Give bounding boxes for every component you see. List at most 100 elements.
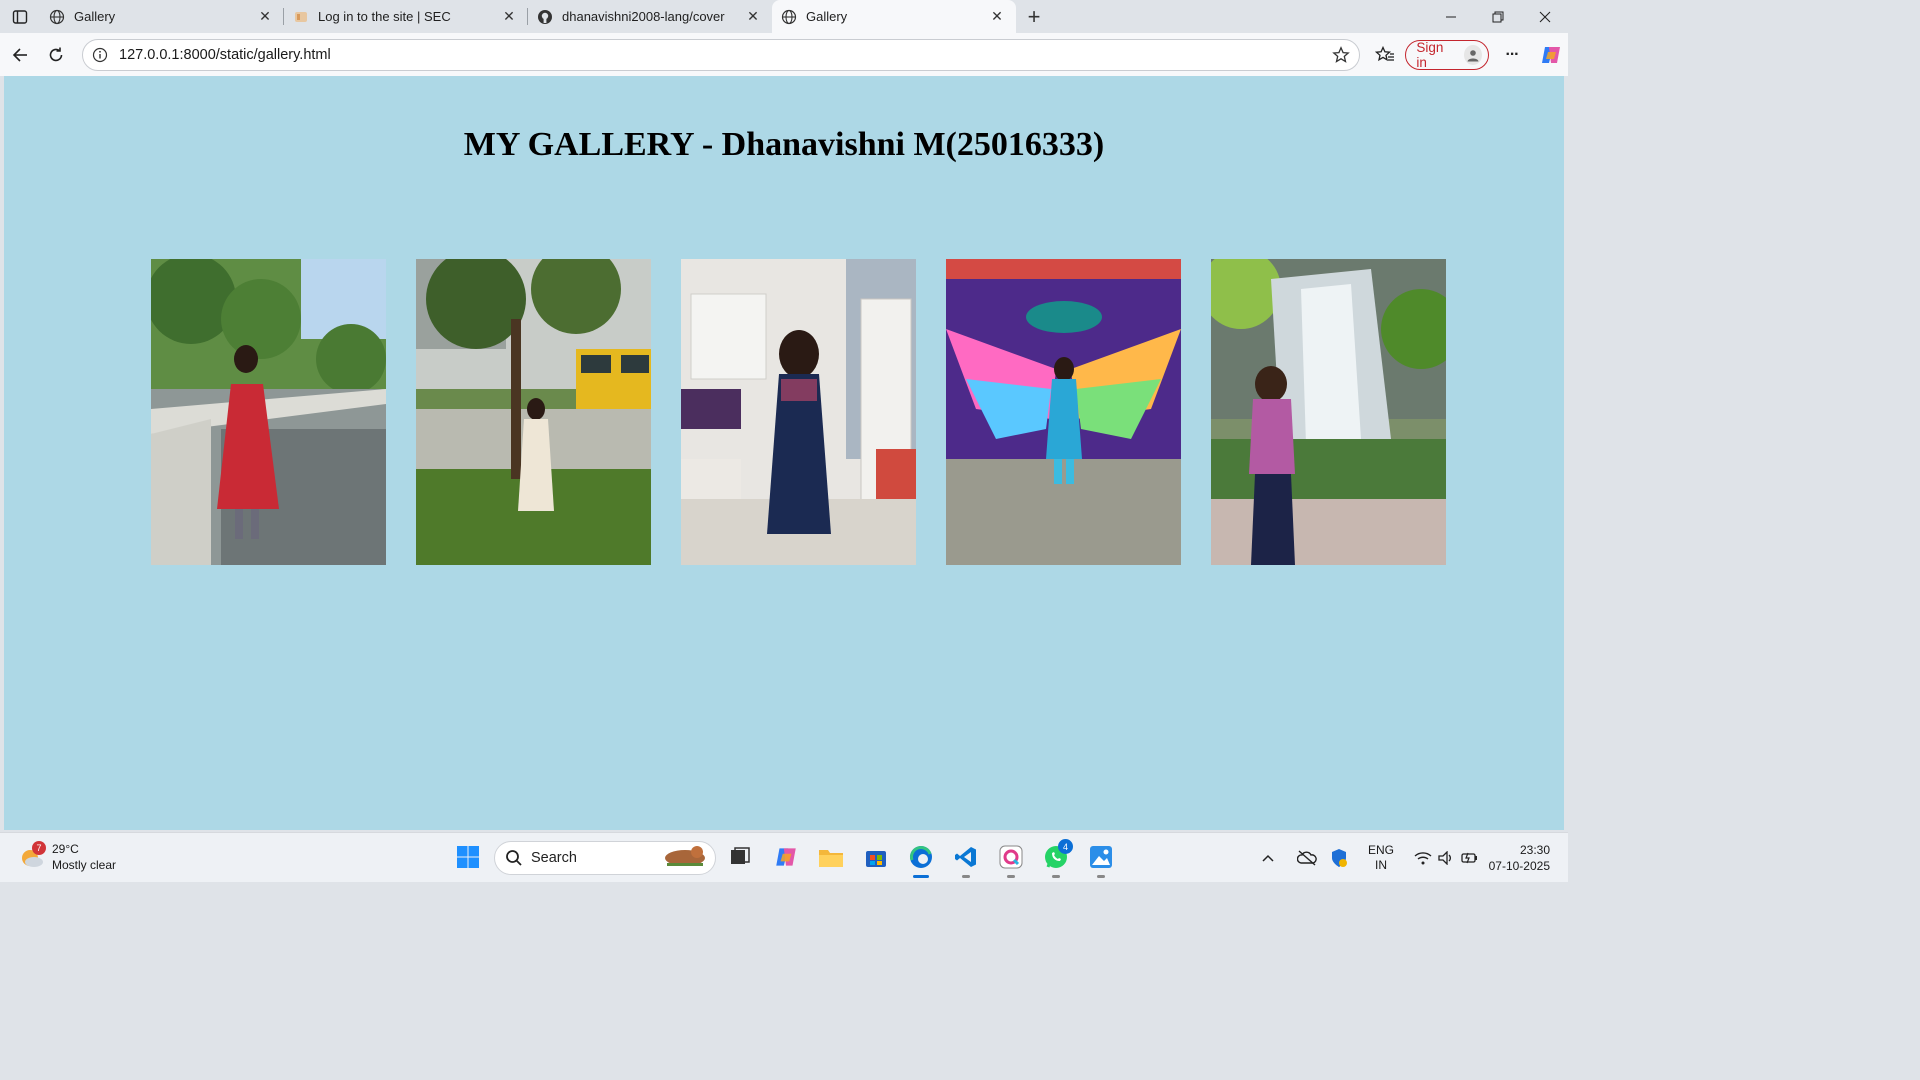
volume-icon [1438, 851, 1451, 865]
close-tab-icon[interactable]: ✕ [500, 8, 518, 26]
minimize-icon [1445, 16, 1456, 17]
back-arrow-icon [12, 47, 27, 62]
page-title: MY GALLERY - Dhanavishni M(25016333) [463, 126, 1105, 163]
task-view-icon [731, 847, 750, 864]
tab-bar: Gallery ✕ Log in to the site | SEC ✕ dha… [0, 0, 1568, 33]
close-tab-icon[interactable]: ✕ [744, 8, 762, 26]
photos-running-indicator [1097, 875, 1105, 878]
tab-github-cover[interactable]: dhanavishni2008-lang/cover ✕ [528, 0, 772, 33]
search-icon [505, 849, 525, 867]
more-menu-button[interactable]: ··· [1495, 37, 1528, 73]
weather-description: Mostly clear [52, 858, 117, 872]
vscode-running-indicator [962, 875, 970, 878]
edge-active-indicator [913, 875, 929, 878]
globe-icon [48, 8, 66, 26]
clock-time: 23:30 [1519, 843, 1550, 857]
copilot-taskbar-button[interactable] [772, 843, 800, 871]
window-controls [1427, 0, 1568, 33]
site-favicon [292, 8, 310, 26]
favorites-button[interactable] [1368, 37, 1401, 73]
whatsapp-running-indicator [1052, 875, 1060, 878]
restore-icon [1492, 11, 1503, 22]
restore-button[interactable] [1474, 0, 1521, 33]
photo-gallery [151, 259, 1446, 565]
vscode-button[interactable] [952, 843, 980, 871]
search-placeholder: Search [531, 850, 577, 866]
system-clock[interactable]: 23:30 07-10-2025 [1489, 842, 1550, 874]
onedrive-offline-icon[interactable] [1290, 850, 1324, 866]
tab-title: Gallery [74, 9, 116, 24]
tab-actions-button[interactable] [0, 0, 40, 33]
gallery-photo-4[interactable] [946, 259, 1181, 565]
whatsapp-badge: 4 [1058, 839, 1073, 854]
favorites-list-icon [1374, 46, 1394, 62]
gallery-photo-1[interactable] [151, 259, 386, 565]
new-tab-button[interactable]: + [1016, 0, 1052, 33]
windows-taskbar: 7 29°C Mostly clear Search 4 ENG IN 23:3… [0, 832, 1568, 882]
weather-widget[interactable]: 7 29°C Mostly clear [18, 841, 116, 873]
search-highlight-icon [661, 843, 709, 873]
tab-sec-login[interactable]: Log in to the site | SEC ✕ [284, 0, 528, 33]
edge-icon [910, 846, 932, 868]
globe-icon [780, 8, 798, 26]
wifi-icon [1414, 852, 1432, 865]
region-code: IN [1375, 858, 1387, 872]
back-button[interactable] [2, 37, 38, 73]
gallery-photo-2[interactable] [416, 259, 651, 565]
close-tab-icon[interactable]: ✕ [256, 8, 274, 26]
close-icon [1539, 11, 1550, 22]
system-tray: ENG IN [1258, 833, 1478, 883]
sign-in-button[interactable]: Sign in [1405, 40, 1490, 70]
photos-icon [1090, 846, 1112, 868]
app-q-button[interactable] [997, 843, 1025, 871]
clock-date: 07-10-2025 [1488, 859, 1550, 873]
profile-avatar-icon [1464, 45, 1483, 65]
app-q-running-indicator [1007, 875, 1015, 878]
tab-title: dhanavishni2008-lang/cover [562, 9, 725, 24]
show-hidden-icons-chevron-icon[interactable] [1258, 854, 1278, 862]
tab-gallery-active[interactable]: Gallery ✕ [772, 0, 1016, 33]
language-code: ENG [1368, 843, 1395, 857]
weather-icon: 7 [18, 841, 46, 871]
reload-icon [49, 47, 63, 61]
close-tab-icon[interactable]: ✕ [988, 8, 1006, 26]
weather-temperature: 29°C [52, 842, 79, 856]
github-icon [536, 8, 554, 26]
microsoft-store-button[interactable] [862, 843, 890, 871]
reload-button[interactable] [38, 37, 74, 73]
whatsapp-button[interactable]: 4 [1042, 839, 1073, 871]
tab-actions-icon [12, 9, 28, 24]
vscode-icon [955, 847, 976, 867]
copilot-icon [1542, 47, 1561, 63]
battery-icon [1461, 852, 1478, 864]
folder-icon [819, 850, 843, 867]
copilot-button[interactable] [1535, 37, 1568, 73]
site-info-icon[interactable] [91, 46, 109, 64]
photos-app-button[interactable] [1087, 843, 1115, 871]
taskbar-search[interactable]: Search [494, 841, 716, 875]
address-bar[interactable]: 127.0.0.1:8000/static/gallery.html [82, 39, 1360, 71]
edge-button[interactable] [907, 843, 935, 871]
weather-alert-badge: 7 [32, 841, 46, 855]
language-indicator[interactable]: ENG IN [1368, 843, 1394, 873]
tab-gallery-1[interactable]: Gallery ✕ [40, 0, 284, 33]
copilot-icon [776, 848, 796, 866]
toolbar-right: Sign in ··· [1368, 37, 1568, 73]
start-button[interactable] [454, 843, 482, 871]
browser-toolbar: 127.0.0.1:8000/static/gallery.html Sign … [0, 33, 1568, 76]
favorite-star-icon[interactable] [1323, 46, 1359, 64]
store-icon [866, 851, 886, 867]
security-shield-icon[interactable] [1324, 848, 1354, 868]
minimize-button[interactable] [1427, 0, 1474, 33]
file-explorer-button[interactable] [817, 843, 845, 871]
close-window-button[interactable] [1521, 0, 1568, 33]
url-text[interactable]: 127.0.0.1:8000/static/gallery.html [119, 47, 1323, 63]
gallery-photo-5[interactable] [1211, 259, 1446, 565]
gallery-photo-3[interactable] [681, 259, 916, 565]
tab-title: Log in to the site | SEC [318, 9, 451, 24]
quick-settings-button[interactable] [1414, 851, 1478, 865]
task-view-button[interactable] [726, 843, 754, 871]
app-q-icon [999, 845, 1023, 869]
tab-title: Gallery [806, 9, 848, 24]
sign-in-label: Sign in [1416, 40, 1444, 70]
